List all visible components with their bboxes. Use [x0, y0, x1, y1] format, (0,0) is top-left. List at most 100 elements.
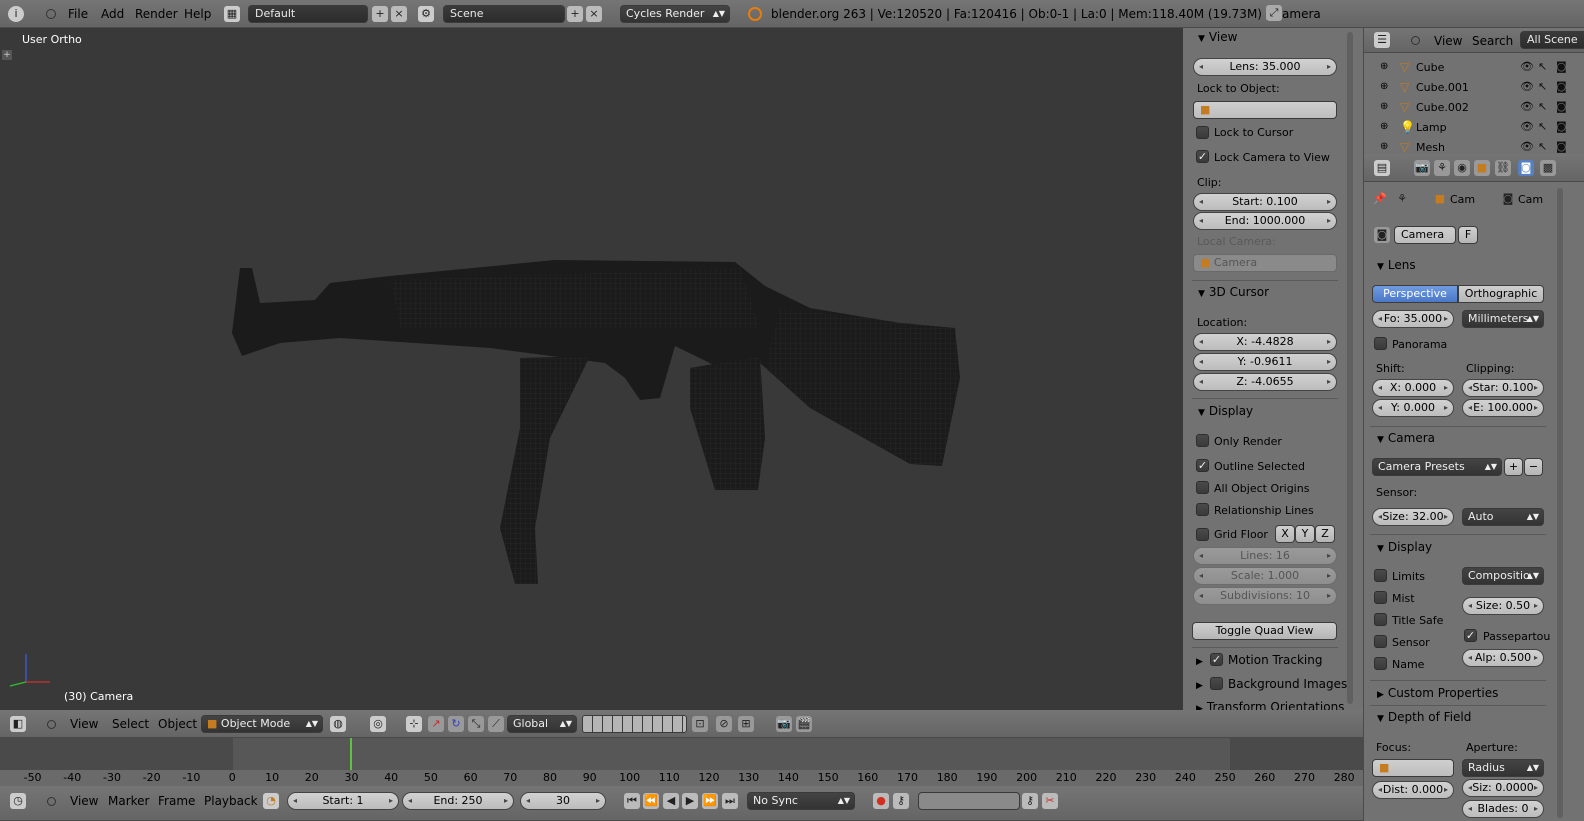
selectable-cursor-icon[interactable]: ↖ [1538, 100, 1547, 113]
camera-data-tab-icon[interactable]: ◙ [1518, 160, 1534, 176]
cursor-y-field[interactable]: ◂ Y: -0.9611 ▸ [1193, 353, 1337, 371]
display-mode-select[interactable]: All Scene [1520, 31, 1584, 49]
aperture-type-select[interactable]: Radius ▲▼ [1462, 759, 1544, 777]
keying-set-field[interactable] [918, 792, 1020, 810]
outliner-item-label[interactable]: Cube.001 [1416, 81, 1469, 94]
record-icon[interactable]: ● [873, 793, 889, 809]
prev-keyframe-icon[interactable]: ⏪ [643, 793, 659, 809]
timeline-editor-icon[interactable]: ◷ [10, 793, 26, 809]
orthographic-button[interactable]: Orthographic [1458, 285, 1544, 303]
cursor-panel-header[interactable]: ▼ 3D Cursor [1198, 285, 1269, 299]
selectable-cursor-icon[interactable]: ↖ [1538, 60, 1547, 73]
clip-end-field[interactable]: ◂ End: 1000.000 ▸ [1193, 212, 1337, 230]
constraints-tab-icon[interactable]: ⛓ [1495, 160, 1511, 176]
timeline[interactable] [0, 738, 1363, 786]
render-tab-icon[interactable]: 📷 [1414, 160, 1430, 176]
outliner-row[interactable]: ⊕ ▽ Mesh 👁 ↖ ◙ [1364, 138, 1584, 154]
properties-scrollbar[interactable] [1557, 188, 1563, 818]
perspective-button[interactable]: Perspective [1372, 285, 1458, 303]
camera-panel-header[interactable]: ▼ Camera [1377, 431, 1435, 445]
world-tab-icon[interactable]: ◉ [1454, 160, 1470, 176]
interaction-mode-select[interactable]: ■ Object Mode ▲▼ [201, 715, 323, 733]
object-tab-icon[interactable]: ■ [1474, 160, 1490, 176]
grid-axis-y-button[interactable]: Y [1295, 525, 1315, 543]
composition-guides-select[interactable]: Compositio ▲▼ [1462, 567, 1544, 585]
passepartout-checkbox[interactable]: ✓ [1464, 629, 1477, 642]
lens-field[interactable]: ◂ Lens: 35.000 ▸ [1193, 58, 1337, 76]
start-frame-field[interactable]: ◂ Start: 1 ▸ [287, 792, 399, 810]
lock-layers-icon[interactable]: ⊡ [692, 716, 708, 732]
outliner-row[interactable]: ⊕ ▽ Cube.002 👁 ↖ ◙ [1364, 98, 1584, 118]
toolshelf-toggle-icon[interactable]: + [2, 50, 12, 60]
screen-layout-field[interactable]: Default [248, 5, 368, 23]
view3d-editor-icon[interactable]: ◧ [10, 716, 26, 732]
focal-length-field[interactable]: ◂ Fo: 35.000 ▸ [1372, 310, 1454, 328]
expand-icon[interactable]: ⊕ [1380, 121, 1388, 132]
display-size-field[interactable]: ◂ Size: 0.50 ▸ [1462, 597, 1544, 615]
scene-tab-icon[interactable]: ⚘ [1434, 160, 1450, 176]
lens-unit-select[interactable]: Millimeters ▲▼ [1462, 310, 1544, 328]
blades-field[interactable]: ◂ Blades: 0 ▸ [1462, 800, 1544, 818]
renderable-camera-icon[interactable]: ◙ [1556, 60, 1567, 73]
transform-orientation-select[interactable]: Global ▲▼ [507, 715, 577, 733]
outliner-item-label[interactable]: Mesh [1416, 141, 1445, 154]
visibility-eye-icon[interactable]: 👁 [1520, 80, 1534, 93]
display-panel-header[interactable]: ▼ Display [1377, 540, 1432, 554]
aperture-size-field[interactable]: ◂ Siz: 0.0000 ▸ [1462, 779, 1544, 797]
grid-floor-checkbox[interactable] [1196, 528, 1209, 541]
viewport-shading-icon[interactable]: ◍ [330, 716, 346, 732]
camera-data-icon[interactable]: ◙ [1374, 227, 1390, 243]
outline-selected-checkbox[interactable]: ✓ [1196, 459, 1209, 472]
clip-end-field[interactable]: ◂ E: 100.000 ▸ [1462, 399, 1544, 417]
sensor-fit-select[interactable]: Auto ▲▼ [1462, 508, 1544, 526]
transform-orientations-header[interactable]: ▶ Transform Orientations [1196, 700, 1344, 710]
visibility-eye-icon[interactable]: 👁 [1520, 120, 1534, 133]
clip-start-field[interactable]: ◂ Start: 0.100 ▸ [1193, 193, 1337, 211]
viewport-3d[interactable]: User Ortho + (30) Camera [0, 28, 1183, 710]
renderable-camera-icon[interactable]: ◙ [1556, 80, 1567, 93]
outliner-row[interactable]: ⊕ ▽ Cube 👁 ↖ ◙ [1364, 58, 1584, 78]
add-screen-icon[interactable]: + [372, 6, 388, 22]
cursor-z-field[interactable]: ◂ Z: -4.0655 ▸ [1193, 373, 1337, 391]
clip-start-field[interactable]: ◂ Star: 0.100 ▸ [1462, 379, 1544, 397]
renderable-camera-icon[interactable]: ◙ [1556, 100, 1567, 113]
translate-manipulator-icon[interactable]: ↗ [428, 716, 444, 732]
renderable-camera-icon[interactable]: ◙ [1556, 120, 1567, 133]
lock-to-cursor-checkbox[interactable] [1196, 126, 1209, 139]
scene-icon[interactable]: ⚙ [418, 6, 434, 22]
lock-camera-to-view-checkbox[interactable]: ✓ [1196, 150, 1209, 163]
texture-tab-icon[interactable]: ▩ [1540, 160, 1556, 176]
render-still-icon[interactable]: 📷 [776, 716, 792, 732]
collapse-menu-icon[interactable] [46, 9, 56, 19]
collapse-menu-icon[interactable] [47, 797, 56, 806]
mist-checkbox[interactable] [1374, 591, 1387, 604]
renderable-camera-icon[interactable]: ◙ [1556, 140, 1567, 153]
remove-screen-icon[interactable]: × [391, 6, 407, 22]
preview-range-icon[interactable]: ◔ [263, 793, 279, 809]
view3d-menu-select[interactable]: Select [112, 717, 149, 731]
outliner-item-label[interactable]: Lamp [1416, 121, 1447, 134]
screen-layout-icon[interactable]: ▦ [224, 6, 240, 22]
proportional-edit-icon[interactable]: ⊘ [716, 716, 732, 732]
view3d-menu-view[interactable]: View [70, 717, 98, 731]
insert-keyframe-icon[interactable]: ⚷ [1022, 793, 1038, 809]
sync-mode-select[interactable]: No Sync ▲▼ [747, 792, 855, 810]
relationship-lines-checkbox[interactable] [1196, 503, 1209, 516]
camera-presets-select[interactable]: Camera Presets ▲▼ [1372, 458, 1502, 476]
panel-scrollbar[interactable] [1347, 32, 1353, 704]
menu-help[interactable]: Help [184, 7, 211, 21]
panorama-checkbox[interactable] [1374, 337, 1387, 350]
play-reverse-icon[interactable]: ◀ [663, 793, 679, 809]
menu-add[interactable]: Add [101, 7, 124, 21]
selectable-cursor-icon[interactable]: ↖ [1538, 120, 1547, 133]
render-animation-icon[interactable]: 🎬 [796, 716, 812, 732]
focus-object-field[interactable]: ■ [1372, 759, 1454, 777]
focus-distance-field[interactable]: ◂ Dist: 0.000 ▸ [1372, 781, 1454, 799]
transform-orientation-icon[interactable]: ⟋ [488, 716, 504, 732]
limits-checkbox[interactable] [1374, 569, 1387, 582]
grid-lines-field[interactable]: ◂ Lines: 16 ▸ [1193, 547, 1337, 565]
pin-icon[interactable]: 📌 [1372, 191, 1388, 207]
outliner-item-label[interactable]: Cube.002 [1416, 101, 1469, 114]
shift-x-field[interactable]: ◂ X: 0.000 ▸ [1372, 379, 1454, 397]
outliner-menu-view[interactable]: View [1434, 34, 1462, 48]
